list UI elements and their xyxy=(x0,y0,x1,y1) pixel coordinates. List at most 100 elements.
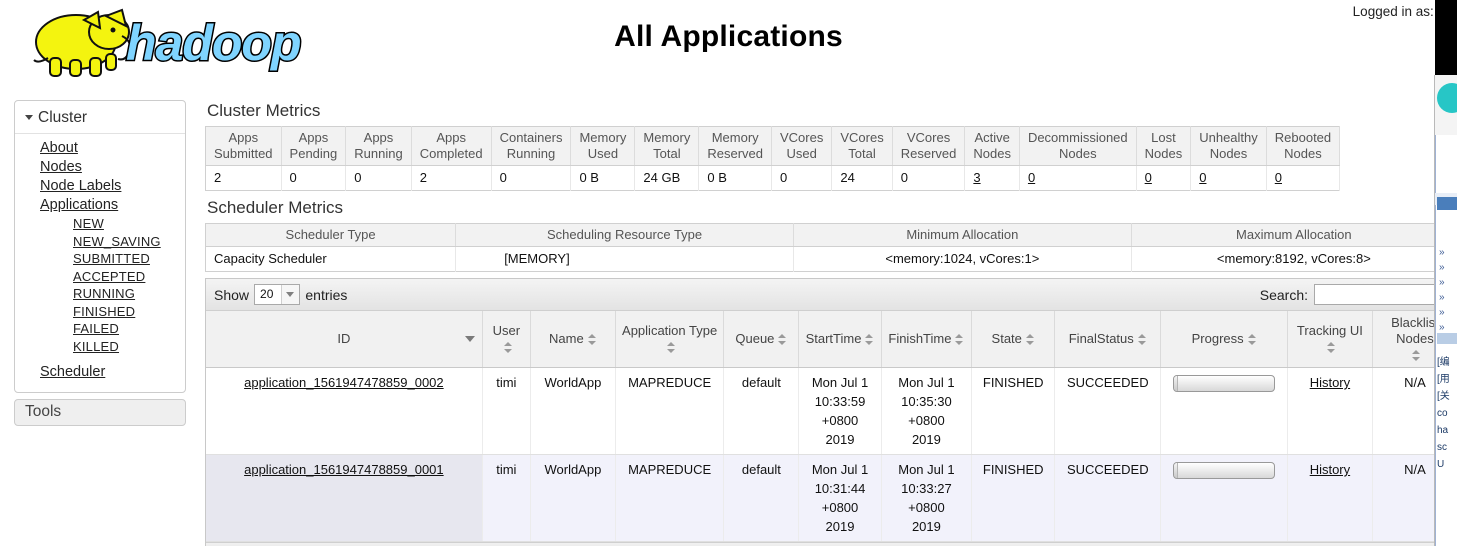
scheduler-metric-header: Scheduler Type xyxy=(205,223,457,247)
cluster-metric-value[interactable]: 0 xyxy=(1266,165,1341,191)
sidebar-item-state-submitted[interactable]: SUBMITTED xyxy=(15,250,185,268)
timestamp-part: +0800 xyxy=(908,500,945,515)
timestamp-part: 10:31:44 xyxy=(814,481,866,496)
cluster-metric-link[interactable]: 0 xyxy=(1028,170,1035,185)
cluster-nav-block: Cluster About Nodes Node Labels Applicat… xyxy=(14,100,186,393)
cluster-metric-link[interactable]: 0 xyxy=(1199,170,1206,185)
cell-tracking-ui[interactable]: History xyxy=(1287,367,1373,455)
cluster-metric-value[interactable]: 0 xyxy=(1136,165,1192,191)
sidebar-section-tools[interactable]: Tools xyxy=(14,399,186,426)
applications-table: ID User Name Application Type Queue StartTime… xyxy=(206,311,1457,542)
cluster-metrics-table: Apps Submitted Apps Pending Apps Running Apps C… xyxy=(205,126,1341,191)
cluster-metrics-value-row: 200200 B 24 GB 0 B 0 24 0 3 0 0 0 0 xyxy=(205,165,1341,191)
overlay-text: [用 xyxy=(1437,374,1450,385)
column-header-starttime[interactable]: StartTime xyxy=(798,311,882,368)
scheduler-metrics-title: Scheduler Metrics xyxy=(207,198,344,217)
application-id-link[interactable]: application_1561947478859_0001 xyxy=(244,462,444,477)
cell-start-time: Mon Jul 1 10:31:44 +0800 2019 xyxy=(798,454,882,542)
scheduler-metric-header: Scheduling Resource Type xyxy=(455,223,794,247)
cluster-metric-value: 2 xyxy=(411,165,492,191)
cell-tracking-ui[interactable]: History xyxy=(1287,454,1373,542)
page-length-select[interactable]: 20 xyxy=(254,284,301,305)
sidebar-section-cluster[interactable]: Cluster xyxy=(15,107,185,134)
overlay-chevron-icon: » xyxy=(1439,292,1445,303)
progress-bar-fill xyxy=(1174,376,1179,391)
progress-bar xyxy=(1173,375,1276,392)
cell-finish-time: Mon Jul 1 10:33:27 +0800 2019 xyxy=(881,454,973,542)
chevron-down-icon xyxy=(25,115,33,121)
chevron-down-icon xyxy=(281,285,300,304)
sort-both-icon xyxy=(1247,333,1257,346)
timestamp-part: +0800 xyxy=(908,413,945,428)
timestamp-part: +0800 xyxy=(821,500,859,515)
scheduler-metrics-header-row: Scheduler Type Scheduling Resource Type Mi… xyxy=(205,223,1457,247)
page-length-control: Show 20 entries xyxy=(214,284,347,305)
column-header-progress[interactable]: Progress xyxy=(1160,311,1288,368)
column-header-label: Name xyxy=(549,331,584,346)
column-header-application-type[interactable]: Application Type xyxy=(615,311,725,368)
cluster-metric-header: Apps Submitted xyxy=(205,126,282,166)
sidebar-item-scheduler[interactable]: Scheduler xyxy=(15,363,185,382)
column-header-id[interactable]: ID xyxy=(206,311,483,368)
cell-application-id[interactable]: application_1561947478859_0002 xyxy=(206,367,483,455)
cell-progress xyxy=(1160,454,1288,542)
cluster-metrics-wrap: Apps Submitted Apps Pending Apps Running Apps C… xyxy=(205,126,1457,191)
cluster-metric-value[interactable]: 0 xyxy=(1019,165,1137,191)
sort-both-icon xyxy=(667,341,676,354)
cluster-metric-header: Unhealthy Nodes xyxy=(1190,126,1267,166)
sidebar-item-state-accepted[interactable]: ACCEPTED xyxy=(15,268,185,286)
history-link[interactable]: History xyxy=(1310,462,1350,477)
timestamp-part: Mon Jul 1 xyxy=(898,375,955,390)
datatable-footer: Showing 1 to 2 of 2 entries First Previo… xyxy=(206,542,1457,546)
sort-both-icon xyxy=(955,333,964,346)
history-link[interactable]: History xyxy=(1310,375,1350,390)
sidebar-item-node-labels[interactable]: Node Labels xyxy=(15,177,185,196)
cluster-metric-header: Decommissioned Nodes xyxy=(1019,126,1137,166)
sidebar-item-applications[interactable]: Applications xyxy=(15,196,185,215)
column-header-tracking-ui[interactable]: Tracking UI xyxy=(1287,311,1373,368)
column-header-name[interactable]: Name xyxy=(530,311,616,368)
cell-user: timi xyxy=(482,367,531,455)
sidebar-item-state-running[interactable]: RUNNING xyxy=(15,285,185,303)
table-row: application_1561947478859_0002 timi WorldA… xyxy=(206,367,1457,455)
sidebar-item-state-finished[interactable]: FINISHED xyxy=(15,303,185,321)
cell-user: timi xyxy=(482,454,531,542)
cluster-metric-value: 0 xyxy=(771,165,833,191)
sidebar-section-cluster-label: Cluster xyxy=(38,109,88,126)
column-header-user[interactable]: User xyxy=(482,311,531,368)
cell-progress xyxy=(1160,367,1288,455)
cell-application-id[interactable]: application_1561947478859_0001 xyxy=(206,454,483,542)
application-id-link[interactable]: application_1561947478859_0002 xyxy=(244,375,444,390)
cell-state: FINISHED xyxy=(971,454,1056,542)
cell-finish-time: Mon Jul 1 10:35:30 +0800 2019 xyxy=(881,367,973,455)
sidebar-item-state-new[interactable]: NEW xyxy=(15,215,185,233)
cluster-metric-link[interactable]: 0 xyxy=(1145,170,1152,185)
progress-bar xyxy=(1173,462,1276,479)
datatable-toolbar: Show 20 entries Search: xyxy=(206,279,1457,311)
timestamp-part: 10:33:27 xyxy=(901,481,952,496)
overlay-chevron-icon: » xyxy=(1439,277,1445,288)
sidebar-item-about[interactable]: About xyxy=(15,139,185,158)
cluster-metric-link[interactable]: 3 xyxy=(973,170,980,185)
overlay-chevron-icon: » xyxy=(1439,307,1445,318)
cluster-metric-value[interactable]: 3 xyxy=(964,165,1020,191)
scheduler-metric-value: <memory:8192, vCores:8> xyxy=(1131,246,1457,272)
sidebar-item-state-failed[interactable]: FAILED xyxy=(15,320,185,338)
cluster-metric-value[interactable]: 0 xyxy=(1190,165,1267,191)
timestamp-part: 2019 xyxy=(825,519,855,534)
sidebar-item-state-new-saving[interactable]: NEW_SAVING xyxy=(15,233,185,251)
timestamp-part: 10:33:59 xyxy=(814,394,866,409)
sidebar-item-nodes[interactable]: Nodes xyxy=(15,158,185,177)
applications-body: application_1561947478859_0002 timi WorldA… xyxy=(206,367,1457,542)
search-input[interactable] xyxy=(1314,284,1450,305)
column-header-finishtime[interactable]: FinishTime xyxy=(881,311,973,368)
sidebar-item-state-killed[interactable]: KILLED xyxy=(15,338,185,356)
column-header-state[interactable]: State xyxy=(971,311,1056,368)
column-header-queue[interactable]: Queue xyxy=(723,311,800,368)
column-header-finalstatus[interactable]: FinalStatus xyxy=(1054,311,1162,368)
cell-start-time: Mon Jul 1 10:33:59 +0800 2019 xyxy=(798,367,882,455)
sort-both-icon xyxy=(865,333,874,346)
cluster-metric-link[interactable]: 0 xyxy=(1275,170,1282,185)
column-header-label: FinalStatus xyxy=(1068,331,1134,346)
